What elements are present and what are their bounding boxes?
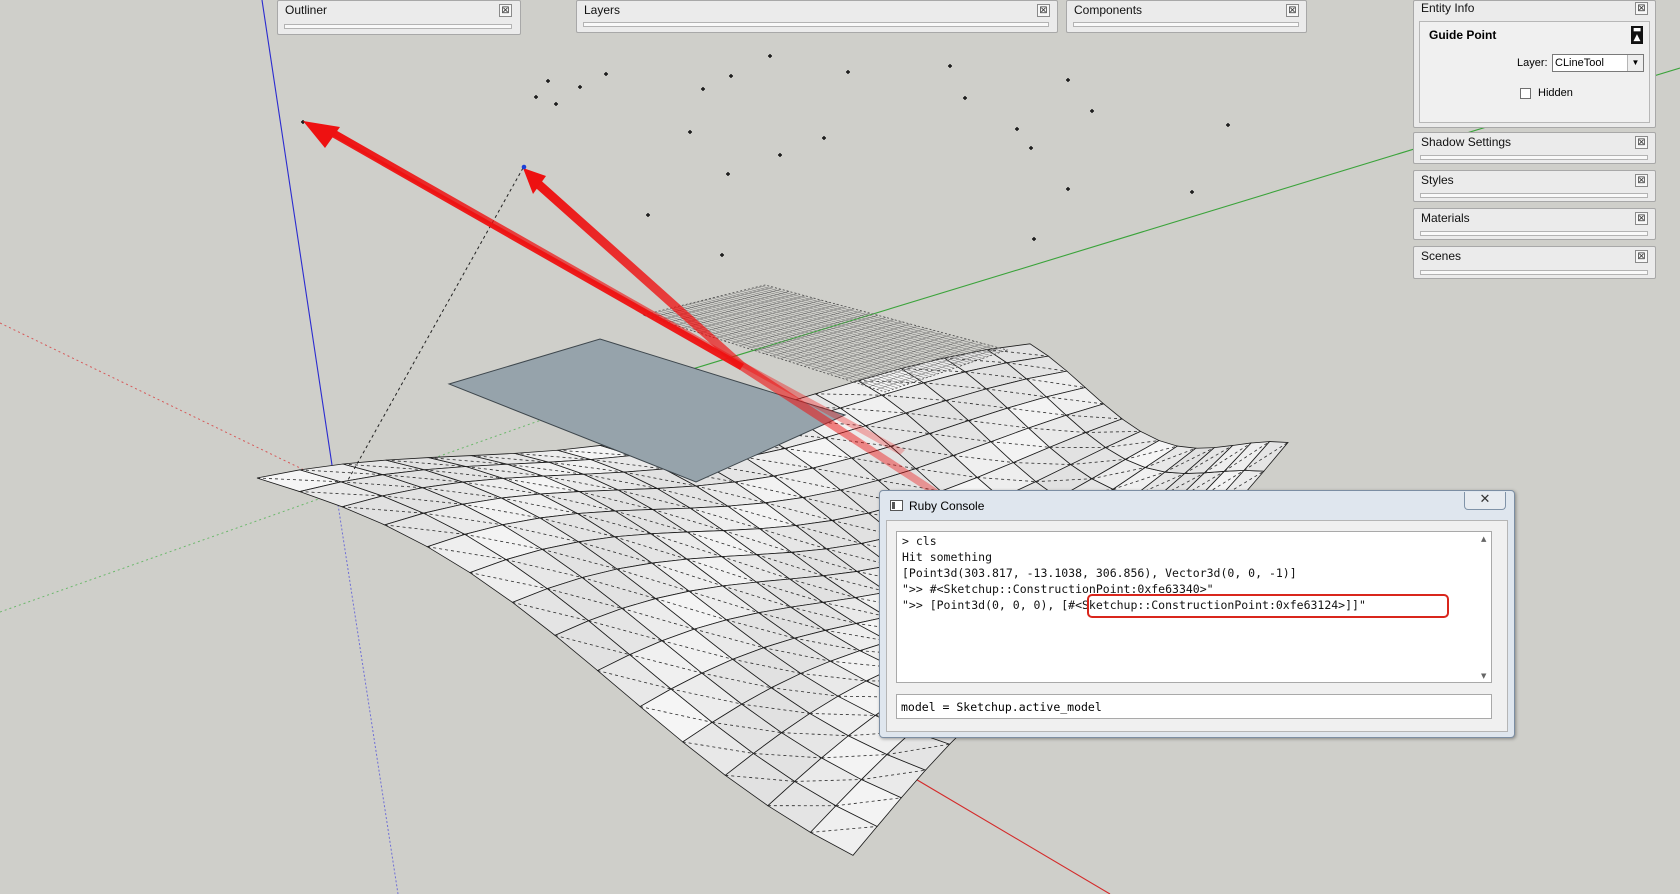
console-app-icon — [890, 500, 903, 511]
outliner-panel[interactable]: Outliner ⊠ — [277, 0, 521, 35]
guide-point — [1015, 127, 1019, 131]
guide-point — [846, 70, 850, 74]
guide-point — [726, 172, 730, 176]
console-output-line: Hit something — [902, 550, 993, 564]
hatch-line — [748, 288, 991, 356]
layer-label: Layer: — [1517, 57, 1548, 69]
hidden-label: Hidden — [1538, 87, 1573, 99]
entity-info-title: Entity Info — [1421, 1, 1475, 15]
layers-panel[interactable]: Layers ⊠ — [576, 0, 1058, 33]
console-input[interactable]: model = Sketchup.active_model — [896, 694, 1492, 719]
styles-panel[interactable]: Styles ⊠ — [1413, 170, 1656, 202]
materials-panel[interactable]: Materials ⊠ — [1413, 208, 1656, 240]
blue-axis-dotted — [334, 484, 399, 894]
layer-dropdown[interactable]: CLineTool ▼ — [1552, 54, 1644, 72]
guide-point — [963, 96, 967, 100]
scenes-close-icon[interactable]: ⊠ — [1635, 250, 1648, 263]
selected-guide-point[interactable] — [521, 164, 527, 170]
styles-title: Styles — [1421, 173, 1454, 187]
red-arrow-left-head — [303, 121, 340, 148]
red-arrow-left — [305, 122, 744, 370]
entity-info-body: Guide Point ▬ ▲ Layer: CLineTool ▼ Hidden — [1419, 21, 1650, 123]
guide-point — [578, 85, 582, 89]
scenes-panel[interactable]: Scenes ⊠ — [1413, 246, 1656, 279]
console-scrollbar[interactable]: ▲ ▼ — [1479, 532, 1491, 682]
layers-resize-bar[interactable] — [583, 22, 1049, 27]
chevron-down-icon[interactable]: ▼ — [1627, 55, 1643, 71]
outliner-title: Outliner — [285, 3, 328, 17]
console-output[interactable]: > cls Hit something [Point3d(303.817, -1… — [896, 531, 1492, 683]
dashed-guide-line — [347, 167, 524, 481]
scroll-up-icon[interactable]: ▲ — [1481, 535, 1486, 543]
guide-point — [778, 153, 782, 157]
styles-resize-bar[interactable] — [1420, 193, 1648, 198]
guide-point — [701, 87, 705, 91]
blue-axis — [261, 0, 336, 486]
layer-dropdown-value: CLineTool — [1555, 57, 1604, 69]
layers-close-icon[interactable]: ⊠ — [1037, 4, 1050, 17]
entity-info-panel[interactable]: Entity Info ⊠ Guide Point ▬ ▲ Layer: CLin… — [1413, 0, 1656, 128]
components-panel[interactable]: Components ⊠ — [1066, 0, 1307, 33]
hidden-checkbox[interactable] — [1520, 88, 1531, 99]
guide-point — [554, 102, 558, 106]
console-output-line: ">> #<Sketchup::ConstructionPoint:0xfe63… — [902, 582, 1214, 596]
components-title: Components — [1074, 3, 1143, 17]
guide-point — [1029, 146, 1033, 150]
console-body: > cls Hit something [Point3d(303.817, -1… — [886, 520, 1508, 732]
guide-point — [1090, 109, 1094, 113]
guide-point — [534, 95, 538, 99]
shadow-settings-close-icon[interactable]: ⊠ — [1635, 136, 1648, 149]
materials-title: Materials — [1421, 211, 1470, 225]
guide-point — [1226, 123, 1230, 127]
ruby-console-window[interactable]: Ruby Console ✕ > cls Hit something [Poin… — [879, 490, 1515, 738]
scroll-down-icon[interactable]: ▼ — [1481, 672, 1486, 680]
guide-point — [948, 64, 952, 68]
guide-point — [768, 54, 772, 58]
outliner-close-icon[interactable]: ⊠ — [499, 4, 512, 17]
guide-point — [604, 72, 608, 76]
guide-point — [546, 79, 550, 83]
materials-close-icon[interactable]: ⊠ — [1635, 212, 1648, 225]
entity-info-close-icon[interactable]: ⊠ — [1635, 2, 1648, 15]
guide-point — [1066, 187, 1070, 191]
layers-title: Layers — [584, 3, 621, 17]
scenes-title: Scenes — [1421, 249, 1462, 263]
components-resize-bar[interactable] — [1073, 22, 1299, 27]
components-close-icon[interactable]: ⊠ — [1286, 4, 1299, 17]
console-output-line: [Point3d(303.817, -13.1038, 306.856), Ve… — [902, 566, 1297, 580]
hatch-line — [744, 289, 987, 358]
guide-point — [688, 130, 692, 134]
collapse-icon[interactable]: ▬ ▲ — [1631, 26, 1643, 44]
shadow-settings-title: Shadow Settings — [1421, 135, 1512, 149]
materials-resize-bar[interactable] — [1420, 231, 1648, 236]
console-output-line: ">> [Point3d(0, 0, 0), [#<Sketchup::Cons… — [902, 598, 1366, 612]
styles-close-icon[interactable]: ⊠ — [1635, 174, 1648, 187]
console-title: Ruby Console — [909, 499, 985, 513]
guide-point — [1066, 78, 1070, 82]
entity-type-label: Guide Point — [1429, 28, 1497, 42]
shadow-settings-panel[interactable]: Shadow Settings ⊠ — [1413, 132, 1656, 164]
shadow-settings-resize-bar[interactable] — [1420, 155, 1648, 160]
guide-point — [1190, 190, 1194, 194]
scenes-resize-bar[interactable] — [1420, 270, 1648, 275]
console-close-icon[interactable]: ✕ — [1464, 492, 1506, 510]
guide-point — [1032, 237, 1036, 241]
guide-point — [822, 136, 826, 140]
guide-point — [720, 253, 724, 257]
construction-points — [301, 54, 1230, 257]
console-output-line: > cls — [902, 534, 937, 548]
outliner-resize-bar[interactable] — [284, 24, 512, 29]
guide-point — [729, 74, 733, 78]
guide-point — [646, 213, 650, 217]
